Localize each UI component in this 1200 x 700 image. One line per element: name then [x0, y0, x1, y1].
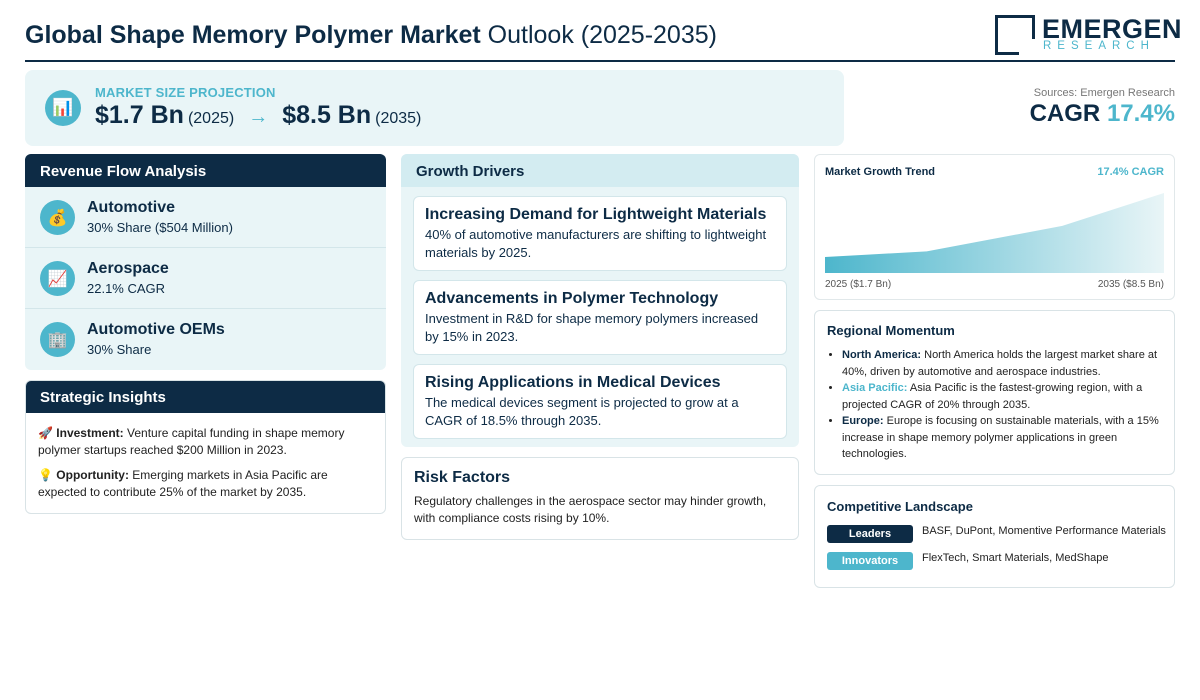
cagr-value: 17.4% — [1106, 100, 1175, 127]
revenue-item-sub: 22.1% CAGR — [87, 281, 166, 296]
region-item: Asia Pacific: Asia Pacific is the fastes… — [842, 380, 1162, 413]
revenue-item-sub: 30% Share — [87, 342, 152, 357]
cagr-label: CAGR — [1029, 100, 1101, 127]
region-list: North America: North America holds the l… — [827, 347, 1162, 463]
region-item: Europe: Europe is focusing on sustainabl… — [842, 413, 1162, 463]
page-header: Global Shape Memory Polymer Market Outlo… — [25, 12, 1182, 62]
revenue-item: 📈 Aerospace 22.1% CAGR — [25, 248, 386, 309]
cagr-summary: CAGR 17.4% — [1030, 100, 1175, 128]
insight-item: 💡 Opportunity: Emerging markets in Asia … — [38, 467, 373, 500]
strategic-insights-title: Strategic Insights — [26, 381, 385, 413]
projection-values: $1.7 Bn (2025) → $8.5 Bn (2035) — [95, 101, 421, 130]
trend-start-label: 2025 ($1.7 Bn) — [825, 279, 892, 290]
page-title-bold: Global Shape Memory Polymer Market — [25, 21, 481, 49]
insight-item: 🚀 Investment: Venture capital funding in… — [38, 425, 373, 458]
revenue-item-title: Automotive OEMs — [87, 321, 225, 338]
competitive-landscape-title: Competitive Landscape — [827, 499, 973, 514]
chart-up-icon: 📈 — [40, 261, 75, 296]
trend-end-label: 2035 ($8.5 Bn) — [1097, 279, 1164, 290]
driver-title: Increasing Demand for Lightweight Materi… — [425, 206, 767, 223]
innovators-badge: Innovators — [827, 552, 913, 570]
growth-trend-chart — [825, 193, 1164, 273]
rocket-icon: 🚀 — [38, 426, 53, 440]
page-title-rest: Outlook (2025-2035) — [487, 21, 717, 49]
driver-text: Investment in R&D for shape memory polym… — [425, 311, 759, 344]
start-value: $1.7 Bn — [95, 101, 184, 129]
growth-drivers-title: Growth Drivers — [401, 154, 799, 187]
growth-drivers-card: Growth Drivers Increasing Demand for Lig… — [401, 154, 799, 447]
trend-title: Market Growth Trend — [825, 166, 936, 178]
strategic-insights-body: 🚀 Investment: Venture capital funding in… — [26, 413, 385, 500]
market-growth-trend-card: Market Growth Trend 17.4% CAGR 2025 ($1.… — [814, 154, 1175, 300]
driver-title: Rising Applications in Medical Devices — [425, 374, 721, 391]
trend-cagr: 17.4% CAGR — [1097, 166, 1164, 178]
regional-momentum-card: Regional Momentum North America: North A… — [814, 310, 1175, 475]
region-item: North America: North America holds the l… — [842, 347, 1162, 380]
driver-card: Rising Applications in Medical Devices T… — [413, 364, 787, 439]
market-size-banner: 📊 MARKET SIZE PROJECTION $1.7 Bn (2025) → $… — [25, 70, 844, 146]
driver-title: Advancements in Polymer Technology — [425, 290, 719, 307]
logo-subtitle: RESEARCH — [1043, 40, 1155, 52]
insight-label: Investment: — [56, 426, 124, 440]
risk-factors-title: Risk Factors — [414, 469, 511, 486]
emergen-logo: EMERGEN RESEARCH — [995, 14, 1182, 56]
sources-text: Sources: Emergen Research — [1033, 87, 1175, 99]
logo-square-icon — [995, 15, 1035, 55]
revenue-item-sub: 30% Share ($504 Million) — [87, 220, 233, 235]
page-title: Global Shape Memory Polymer Market Outlo… — [25, 21, 717, 50]
bar-chart-icon: 📊 — [45, 90, 81, 126]
revenue-item: 🏢 Automotive OEMs 30% Share — [25, 309, 386, 370]
region-text: Europe is focusing on sustainable materi… — [842, 415, 1159, 460]
region-name: North America: — [842, 349, 922, 361]
insight-label: Opportunity: — [56, 468, 129, 482]
revenue-item: 💰 Automotive 30% Share ($504 Million) — [25, 187, 386, 248]
growth-area — [825, 193, 1164, 273]
region-name: Asia Pacific: — [842, 382, 908, 394]
arrow-right-icon: → — [248, 106, 269, 128]
competitor-list: FlexTech, Smart Materials, MedShape — [922, 552, 1109, 564]
revenue-flow-title: Revenue Flow Analysis — [25, 154, 386, 187]
end-value: $8.5 Bn — [282, 101, 372, 129]
risk-factors-card: Risk Factors Regulatory challenges in th… — [401, 457, 799, 540]
leaders-badge: Leaders — [827, 525, 913, 543]
lightbulb-icon: 💡 — [38, 468, 53, 482]
regional-momentum-title: Regional Momentum — [827, 323, 955, 338]
revenue-flow-card: Revenue Flow Analysis 💰 Automotive 30% S… — [25, 154, 386, 370]
projection-label: MARKET SIZE PROJECTION — [95, 85, 276, 100]
competitive-landscape-card: Competitive Landscape Leaders BASF, DuPo… — [814, 485, 1175, 588]
end-year: (2035) — [375, 110, 422, 127]
start-year: (2025) — [187, 110, 235, 127]
driver-card: Advancements in Polymer Technology Inves… — [413, 280, 787, 355]
region-name: Europe: — [842, 415, 884, 427]
driver-card: Increasing Demand for Lightweight Materi… — [413, 196, 787, 271]
competitor-list: BASF, DuPont, Momentive Performance Mate… — [922, 525, 1166, 537]
money-bag-icon: 💰 — [40, 200, 75, 235]
building-icon: 🏢 — [40, 322, 75, 357]
strategic-insights-card: Strategic Insights 🚀 Investment: Venture… — [25, 380, 386, 514]
risk-factors-text: Regulatory challenges in the aerospace s… — [414, 494, 767, 525]
revenue-item-title: Automotive — [87, 199, 175, 216]
driver-text: 40% of automotive manufacturers are shif… — [425, 227, 767, 260]
driver-text: The medical devices segment is projected… — [425, 395, 739, 428]
revenue-item-title: Aerospace — [87, 260, 169, 277]
